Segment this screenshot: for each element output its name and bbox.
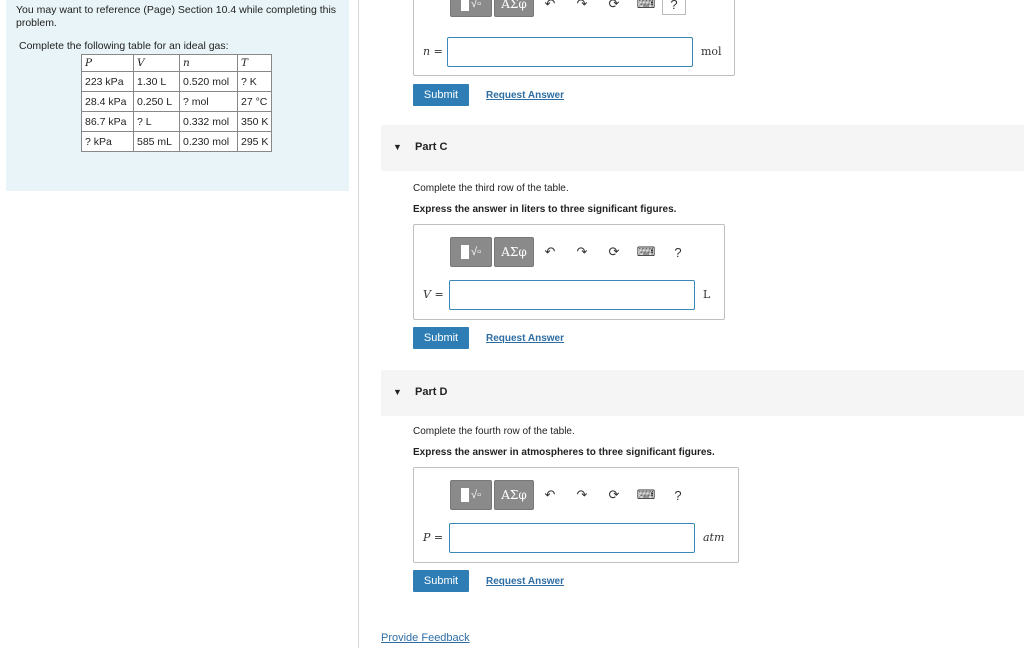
redo-icon[interactable]: ↷: [566, 237, 598, 267]
sqrt-icon: √▫: [471, 0, 481, 10]
answer-input-part-b[interactable]: [447, 37, 693, 67]
column-header-t: T: [236, 54, 273, 72]
column-divider: [358, 0, 359, 648]
table-cell: 0.520 mol: [179, 71, 238, 92]
answer-input-part-d[interactable]: [449, 523, 695, 553]
table-cell: 28.4 kPa: [81, 91, 134, 112]
unit-label: mol: [701, 45, 722, 58]
greek-symbols-button[interactable]: ΑΣφ: [494, 480, 534, 510]
undo-icon[interactable]: ↶: [534, 480, 566, 510]
table-row: 223 kPa 1.30 L 0.520 mol ? K: [81, 71, 273, 92]
answer-box-part-c: √▫ ΑΣφ ↶ ↷ ⟳ ⌨ ? V = L: [413, 224, 725, 320]
submit-button-part-b[interactable]: Submit: [413, 84, 469, 106]
reset-icon[interactable]: ⟳: [598, 0, 630, 19]
table-cell: ? mol: [179, 91, 238, 112]
table-cell: 585 mL: [133, 131, 180, 152]
request-answer-link-part-b[interactable]: Request Answer: [486, 90, 564, 101]
undo-icon[interactable]: ↶: [534, 0, 566, 19]
templates-button[interactable]: √▫: [450, 237, 492, 267]
table-cell: 0.250 L: [133, 91, 180, 112]
table-row: ? kPa 585 mL 0.230 mol 295 K: [81, 131, 273, 152]
template-box-icon: [461, 488, 470, 502]
problem-panel: You may want to reference (Page) Section…: [6, 0, 349, 191]
instruction-text: Complete the fourth row of the table.: [413, 426, 575, 437]
answer-box-part-b: √▫ ΑΣφ ↶ ↷ ⟳ ⌨ ? n = mol: [413, 0, 735, 76]
table-cell: 295 K: [236, 131, 273, 152]
templates-button[interactable]: √▫: [450, 480, 492, 510]
sqrt-icon: √▫: [471, 246, 481, 258]
keyboard-icon[interactable]: ⌨: [630, 480, 662, 510]
variable-label: V =: [423, 288, 444, 301]
sqrt-icon: √▫: [471, 489, 481, 501]
caret-down-icon: ▼: [393, 387, 402, 397]
table-cell: ? K: [236, 71, 273, 92]
instruction-text: Complete the third row of the table.: [413, 183, 569, 194]
reference-text: You may want to reference (Page) Section…: [16, 4, 337, 29]
part-title: Part D: [415, 386, 448, 398]
greek-symbols-button[interactable]: ΑΣφ: [494, 0, 534, 17]
reset-icon[interactable]: ⟳: [598, 480, 630, 510]
table-cell: 1.30 L: [133, 71, 180, 92]
table-cell: 223 kPa: [81, 71, 134, 92]
redo-icon[interactable]: ↷: [566, 480, 598, 510]
table-cell: 0.230 mol: [179, 131, 238, 152]
request-answer-link-part-d[interactable]: Request Answer: [486, 576, 564, 587]
table-cell: 0.332 mol: [179, 111, 238, 132]
help-icon[interactable]: ?: [662, 237, 694, 267]
column-header-n: n: [179, 54, 238, 72]
help-icon[interactable]: ?: [662, 0, 686, 15]
table-intro: Complete the following table for an idea…: [19, 40, 229, 52]
table-cell: 86.7 kPa: [81, 111, 134, 132]
answer-box-part-d: √▫ ΑΣφ ↶ ↷ ⟳ ⌨ ? P = atm: [413, 467, 739, 563]
request-answer-link-part-c[interactable]: Request Answer: [486, 333, 564, 344]
table-cell: 350 K: [236, 111, 273, 132]
equation-toolbar: √▫ ΑΣφ ↶ ↷ ⟳ ⌨ ?: [450, 0, 686, 19]
table-cell: 27 °C: [236, 91, 273, 112]
table-row: 28.4 kPa 0.250 L ? mol 27 °C: [81, 91, 273, 112]
ideal-gas-table: P V n T 223 kPa 1.30 L 0.520 mol ? K 28.…: [81, 54, 273, 152]
variable-label: P =: [423, 531, 444, 544]
greek-symbols-button[interactable]: ΑΣφ: [494, 237, 534, 267]
undo-icon[interactable]: ↶: [534, 237, 566, 267]
template-box-icon: [461, 245, 470, 259]
submit-button-part-c[interactable]: Submit: [413, 327, 469, 349]
express-text: Express the answer in atmospheres to thr…: [413, 447, 715, 458]
column-header-p: P: [81, 54, 134, 72]
part-c-header[interactable]: ▼ Part C: [381, 125, 1024, 171]
table-cell: ? kPa: [81, 131, 134, 152]
part-title: Part C: [415, 141, 448, 153]
equation-toolbar: √▫ ΑΣφ ↶ ↷ ⟳ ⌨ ?: [450, 480, 694, 510]
provide-feedback-link[interactable]: Provide Feedback: [381, 632, 470, 644]
equation-toolbar: √▫ ΑΣφ ↶ ↷ ⟳ ⌨ ?: [450, 237, 694, 267]
table-header-row: P V n T: [81, 54, 273, 72]
unit-label: L: [703, 288, 711, 301]
answer-input-part-c[interactable]: [449, 280, 695, 310]
redo-icon[interactable]: ↷: [566, 0, 598, 19]
template-box-icon: [461, 0, 470, 11]
column-header-v: V: [133, 54, 180, 72]
table-cell: ? L: [133, 111, 180, 132]
submit-button-part-d[interactable]: Submit: [413, 570, 469, 592]
table-row: 86.7 kPa ? L 0.332 mol 350 K: [81, 111, 273, 132]
help-icon[interactable]: ?: [662, 480, 694, 510]
keyboard-icon[interactable]: ⌨: [630, 237, 662, 267]
caret-down-icon: ▼: [393, 142, 402, 152]
keyboard-icon[interactable]: ⌨: [630, 0, 662, 19]
templates-button[interactable]: √▫: [450, 0, 492, 17]
part-d-header[interactable]: ▼ Part D: [381, 370, 1024, 416]
variable-label: n =: [423, 45, 443, 58]
express-text: Express the answer in liters to three si…: [413, 204, 677, 215]
reset-icon[interactable]: ⟳: [598, 237, 630, 267]
unit-label: atm: [703, 531, 725, 544]
